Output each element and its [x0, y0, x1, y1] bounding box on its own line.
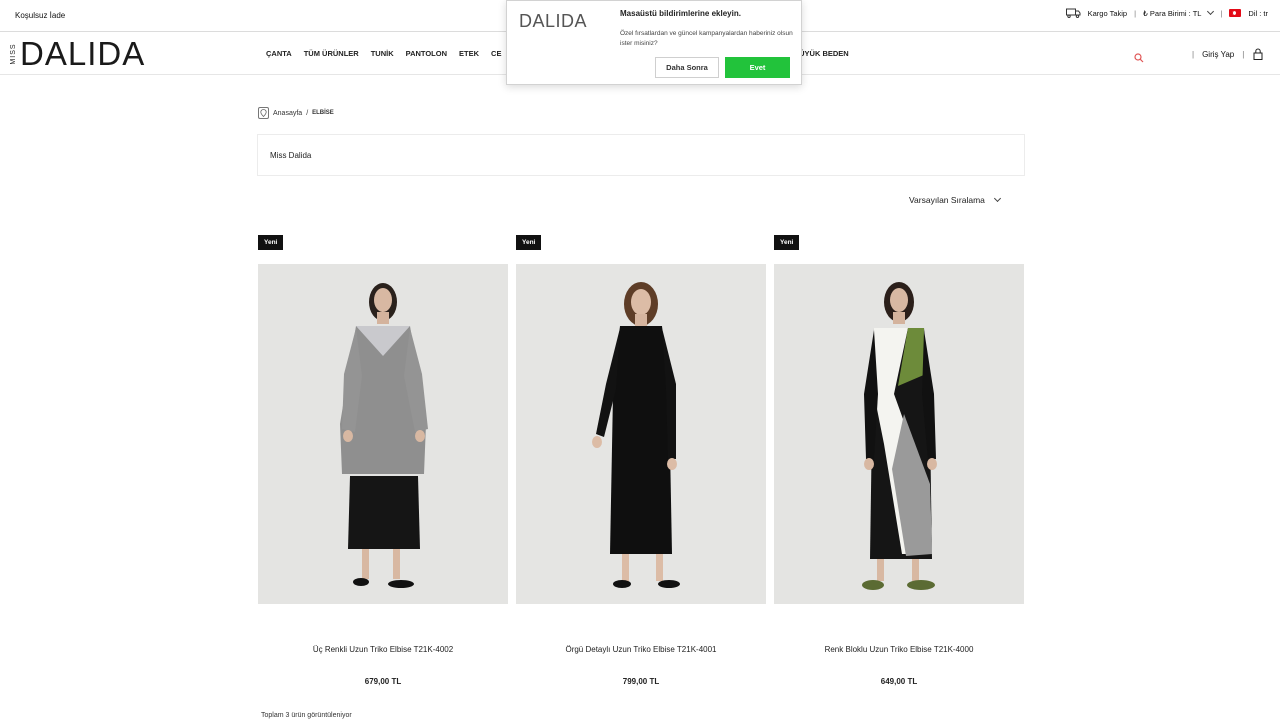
brand-filter-label: Miss Dalida: [270, 151, 312, 160]
nav-item-etek[interactable]: ETEK: [459, 49, 479, 58]
nav-item-pantolon[interactable]: PANTOLON: [406, 49, 447, 58]
login-link[interactable]: Giriş Yap: [1202, 50, 1234, 59]
chevron-down-icon[interactable]: [1207, 7, 1215, 16]
sort-dropdown[interactable]: Varsayılan Sıralama: [909, 194, 1001, 205]
truck-icon: [1065, 8, 1081, 19]
site-logo[interactable]: MISS DALIDA: [8, 37, 145, 71]
product-price: 799,00 TL: [622, 677, 660, 686]
divider: |: [1134, 8, 1137, 18]
nav-item-tunik[interactable]: TUNİK: [371, 49, 394, 58]
turkish-flag-icon: [1229, 9, 1242, 17]
breadcrumb-home[interactable]: Anasayfa: [273, 110, 302, 117]
product-name[interactable]: Örgü Detaylı Uzun Triko Elbise T21K-4001: [516, 645, 766, 654]
product-card[interactable]: Yeni Örgü Detaylı Uzun Triko Elbise T21K…: [516, 231, 766, 686]
cargo-tracking-link[interactable]: Kargo Takip: [1088, 9, 1127, 18]
divider: |: [1192, 49, 1195, 59]
notification-permission-popup: DALIDA Masaüstü bildirimlerine ekleyin. …: [506, 0, 802, 85]
new-badge: Yeni: [258, 235, 284, 250]
brand-filter-box[interactable]: Miss Dalida: [257, 134, 1025, 176]
currency-selector[interactable]: ₺ Para Birimi : TL: [1143, 9, 1201, 18]
nav-item-canta[interactable]: ÇANTA: [266, 49, 292, 58]
product-card[interactable]: Yeni Üç Renkli Uzun Triko Elbise T21K-40…: [258, 231, 508, 686]
product-image[interactable]: [774, 264, 1024, 604]
product-price: 649,00 TL: [880, 677, 918, 686]
nav-item-ce[interactable]: CE: [491, 49, 501, 58]
divider: |: [1220, 8, 1223, 18]
breadcrumb-current: ELBİSE: [312, 110, 334, 116]
product-name[interactable]: Renk Bloklu Uzun Triko Elbise T21K-4000: [774, 645, 1024, 654]
new-badge: Yeni: [516, 235, 542, 250]
nav-item-tum-urunler[interactable]: TÜM ÜRÜNLER: [304, 49, 359, 58]
home-icon[interactable]: [258, 107, 269, 119]
popup-text: Özel fırsatlardan ve güncel kampanyalard…: [620, 30, 793, 47]
sort-label: Varsayılan Sıralama: [909, 195, 985, 205]
header-account: | Giriş Yap |: [1192, 48, 1264, 60]
top-bar-right: Kargo Takip | ₺ Para Birimi : TL | Dil :…: [1065, 7, 1268, 19]
product-image[interactable]: [516, 264, 766, 604]
later-button[interactable]: Daha Sonra: [655, 57, 719, 78]
popup-title: Masaüstü bildirimlerine ekleyin.: [620, 9, 741, 18]
divider: |: [1242, 49, 1245, 59]
breadcrumb: Anasayfa / ELBİSE: [258, 107, 334, 119]
accept-button[interactable]: Evet: [725, 57, 790, 78]
search-icon[interactable]: [1134, 50, 1144, 63]
lock-icon[interactable]: [1252, 48, 1264, 60]
product-image[interactable]: [258, 264, 508, 604]
total-count-text: Toplam 3 ürün görüntüleniyor: [261, 712, 352, 719]
new-badge: Yeni: [774, 235, 800, 250]
popup-logo: DALIDA: [519, 11, 588, 31]
product-price: 679,00 TL: [364, 677, 402, 686]
logo-miss-text: MISS: [9, 43, 17, 65]
chevron-down-icon: [993, 194, 1001, 203]
product-name[interactable]: Üç Renkli Uzun Triko Elbise T21K-4002: [258, 645, 508, 654]
product-card[interactable]: Yeni Renk Bloklu Uzun Triko Elbise T21K-…: [774, 231, 1024, 686]
language-selector[interactable]: Dil : tr: [1248, 9, 1268, 18]
breadcrumb-separator: /: [306, 109, 309, 117]
returns-link[interactable]: Koşulsuz İade: [15, 11, 65, 20]
logo-main-text: DALIDA: [20, 35, 146, 72]
